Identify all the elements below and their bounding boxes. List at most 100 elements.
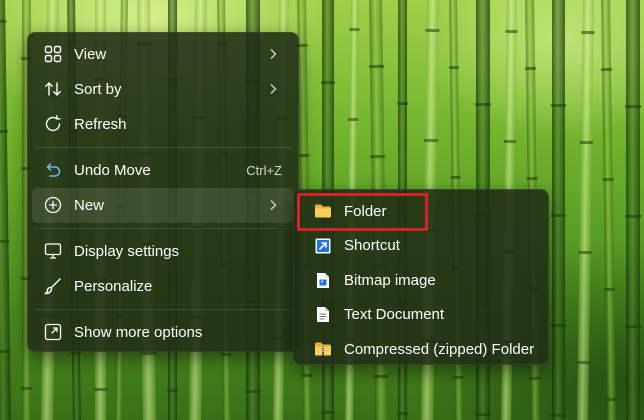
bamboo-stalk (600, 0, 617, 420)
bamboo-node (425, 28, 440, 33)
desktop-context-menu: View Sort by Refresh Undo Move Ctrl+Z Ne… (27, 32, 299, 352)
bamboo-stalk (0, 0, 12, 420)
bamboo-node (94, 388, 107, 391)
menu-item-label: Show more options (74, 324, 203, 341)
grid-icon (44, 45, 62, 63)
bamboo-node (348, 117, 359, 122)
menu-item-label: Sort by (74, 81, 122, 98)
bamboo-node (529, 376, 541, 381)
folder-icon (314, 202, 332, 220)
menu-item-undo-move[interactable]: Undo Move Ctrl+Z (32, 153, 294, 188)
bamboo-node (397, 412, 408, 415)
bamboo-node (551, 104, 566, 107)
bamboo-node (578, 250, 592, 255)
bamboo-node (301, 373, 313, 378)
text-document-icon (314, 306, 332, 324)
menu-item-label: New (74, 197, 105, 214)
bamboo-node (220, 352, 232, 357)
menu-item-label: Undo Move (74, 162, 151, 179)
submenu-item-text-document[interactable]: Text Document (298, 298, 544, 333)
bamboo-node (349, 27, 360, 32)
bamboo-node (604, 287, 616, 292)
bamboo-node (505, 29, 518, 34)
bamboo-node (140, 351, 157, 356)
bamboo-node (0, 129, 8, 134)
menu-item-personalize[interactable]: Personalize (32, 269, 294, 304)
chevron-right-icon (268, 46, 278, 62)
menu-item-refresh[interactable]: Refresh (32, 107, 294, 142)
menu-item-label: Refresh (74, 116, 127, 133)
bamboo-node (0, 19, 7, 24)
new-submenu: Folder Shortcut Bitmap image Text Docume… (293, 189, 549, 365)
chevron-right-icon (268, 197, 278, 213)
bamboo-node (321, 411, 335, 414)
bamboo-node (373, 374, 389, 379)
bamboo-node (368, 64, 385, 69)
bamboo-node (397, 102, 408, 105)
bamboo-node (475, 103, 491, 106)
keyboard-shortcut: Ctrl+Z (246, 163, 282, 178)
bamboo-node (475, 413, 491, 416)
menu-item-sort-by[interactable]: Sort by (32, 72, 294, 107)
menu-separator (34, 147, 292, 148)
menu-item-view[interactable]: View (32, 37, 294, 72)
bamboo-node (579, 140, 593, 145)
shortcut-icon (314, 237, 332, 255)
submenu-item-label: Folder (344, 202, 387, 220)
bamboo-node (0, 239, 10, 244)
bamboo-stalk (625, 0, 641, 420)
bamboo-node (551, 324, 566, 327)
submenu-item-compressed-folder[interactable]: Compressed (zipped) Folder (298, 332, 544, 367)
bamboo-node (576, 360, 590, 365)
menu-item-label: View (74, 46, 107, 63)
bamboo-node (601, 67, 613, 72)
menu-item-show-more-options[interactable]: Show more options (32, 315, 294, 350)
menu-item-label: Personalize (74, 278, 153, 295)
submenu-item-label: Shortcut (344, 237, 400, 255)
bamboo-node (245, 390, 261, 393)
bamboo-node (625, 105, 641, 108)
bamboo-node (551, 414, 566, 417)
submenu-item-label: Bitmap image (344, 271, 436, 289)
bamboo-node (526, 176, 538, 181)
brush-icon (44, 277, 62, 295)
bamboo-node (581, 30, 595, 35)
bamboo-node (298, 153, 310, 158)
menu-separator (34, 228, 292, 229)
open-external-icon (44, 323, 62, 341)
refresh-icon (44, 115, 62, 133)
bamboo-node (605, 397, 617, 402)
bamboo-node (448, 65, 460, 70)
plus-circle-icon (44, 196, 62, 214)
bamboo-stalk (576, 0, 595, 420)
bamboo-node (370, 154, 386, 159)
submenu-item-shortcut[interactable]: Shortcut (298, 229, 544, 264)
undo-icon (44, 161, 62, 179)
bamboo-node (423, 138, 438, 143)
bamboo-node (450, 175, 461, 180)
submenu-item-folder[interactable]: Folder (298, 194, 544, 229)
bamboo-node (525, 66, 537, 71)
display-settings-icon (44, 242, 62, 260)
bamboo-node (167, 389, 178, 392)
bamboo-node (602, 177, 614, 182)
bamboo-node (453, 375, 464, 380)
menu-item-new[interactable]: New (32, 188, 294, 223)
zip-folder-icon (314, 340, 332, 358)
bamboo-node (625, 325, 641, 328)
submenu-item-label: Text Document (344, 306, 445, 324)
chevron-right-icon (268, 81, 278, 97)
bamboo-node (321, 81, 335, 84)
bamboo-stalk (551, 0, 566, 420)
menu-item-label: Display settings (74, 243, 180, 260)
menu-item-display-settings[interactable]: Display settings (32, 234, 294, 269)
bamboo-node (625, 215, 641, 218)
sort-arrows-icon (44, 80, 62, 98)
bamboo-node (0, 349, 11, 354)
submenu-item-bitmap-image[interactable]: Bitmap image (298, 263, 544, 298)
bamboo-node (551, 214, 566, 217)
bamboo-node (503, 139, 516, 144)
bamboo-node (21, 387, 32, 390)
bitmap-file-icon (314, 271, 332, 289)
submenu-item-label: Compressed (zipped) Folder (344, 340, 535, 358)
